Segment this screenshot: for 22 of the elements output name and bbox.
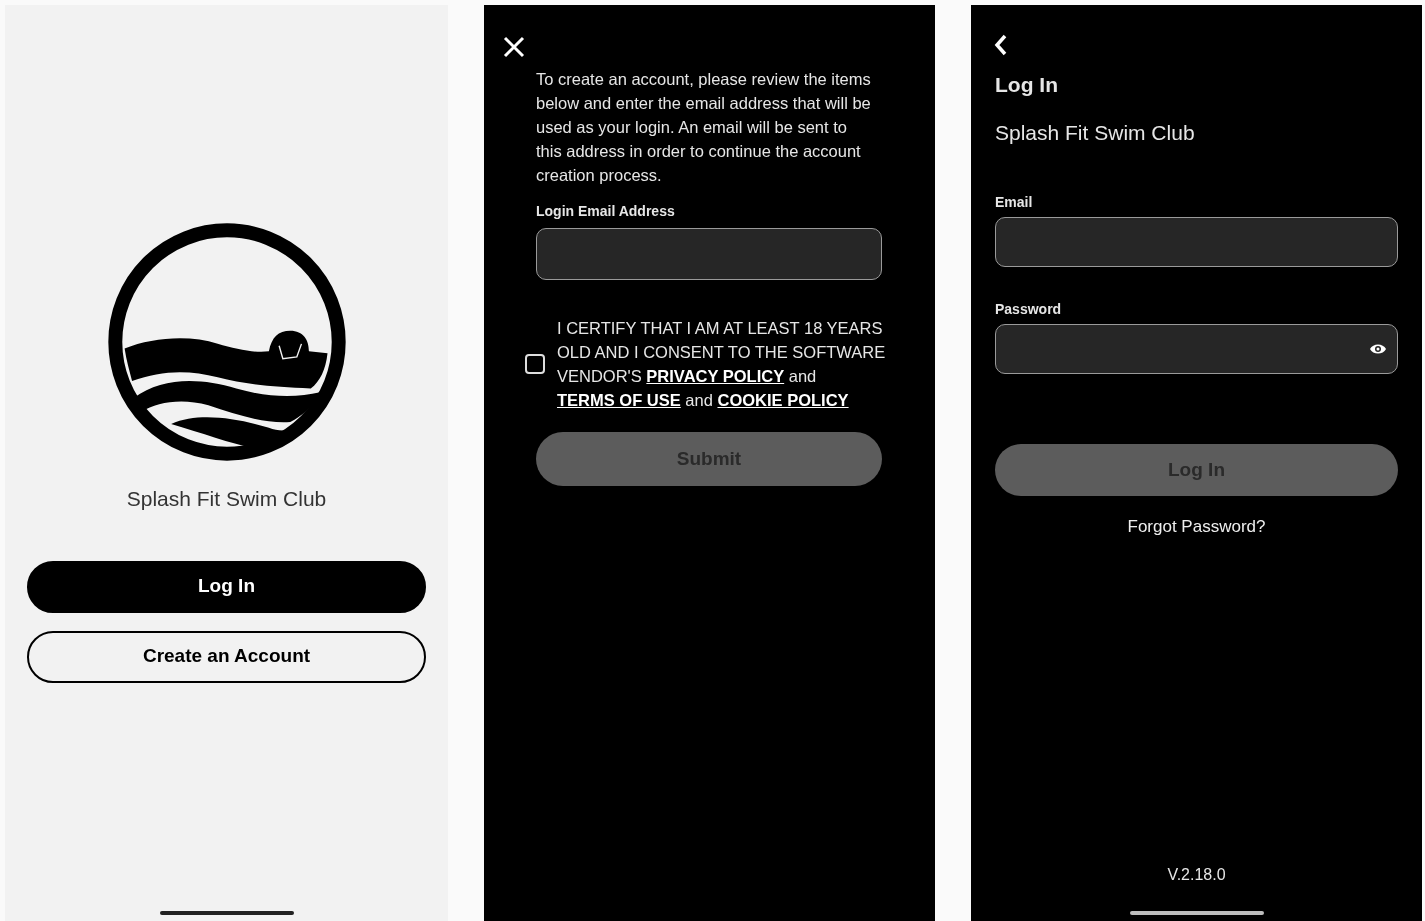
policy-link[interactable]: TERMS OF USE <box>557 391 681 409</box>
club-name: Splash Fit Swim Club <box>125 486 328 512</box>
close-icon[interactable] <box>502 35 526 59</box>
log-in-button[interactable]: Log In <box>27 560 426 613</box>
version-text: V.2.18.0 <box>1167 865 1226 885</box>
field-label: Email <box>995 193 1034 212</box>
password-input[interactable] <box>995 324 1398 374</box>
checkbox[interactable] <box>525 354 545 374</box>
policy-link[interactable]: PRIVACY POLICY <box>646 367 785 385</box>
policy-link[interactable]: COOKIE POLICY <box>717 391 849 409</box>
email-input[interactable] <box>536 228 882 280</box>
login-heading: Log In <box>995 72 1059 98</box>
club-name: Splash Fit Swim Club <box>995 119 1196 146</box>
eye-icon[interactable] <box>1369 343 1387 355</box>
forgot-password-link[interactable]: Forgot Password? <box>1127 514 1266 540</box>
field-label: Password <box>995 300 1063 319</box>
create-account-button[interactable]: Create an Account <box>27 630 426 683</box>
email-label: Login Email Address <box>536 202 676 221</box>
back-icon[interactable] <box>993 33 1009 57</box>
consent-text: I CERTIFY THAT I AM AT LEAST 18 YEARS OLD AND I CONSENT TO THE SOFTWARE VENDOR'S PRIVACY POLICY and TERMS OF USE and COOKIE POLICY <box>557 318 887 411</box>
intro-text: To create an account, please review the items below and enter the email address that will be used as your login. An email will be sent to this address in order to continue the account creation process. <box>536 69 872 186</box>
email-input[interactable] <box>995 217 1398 267</box>
